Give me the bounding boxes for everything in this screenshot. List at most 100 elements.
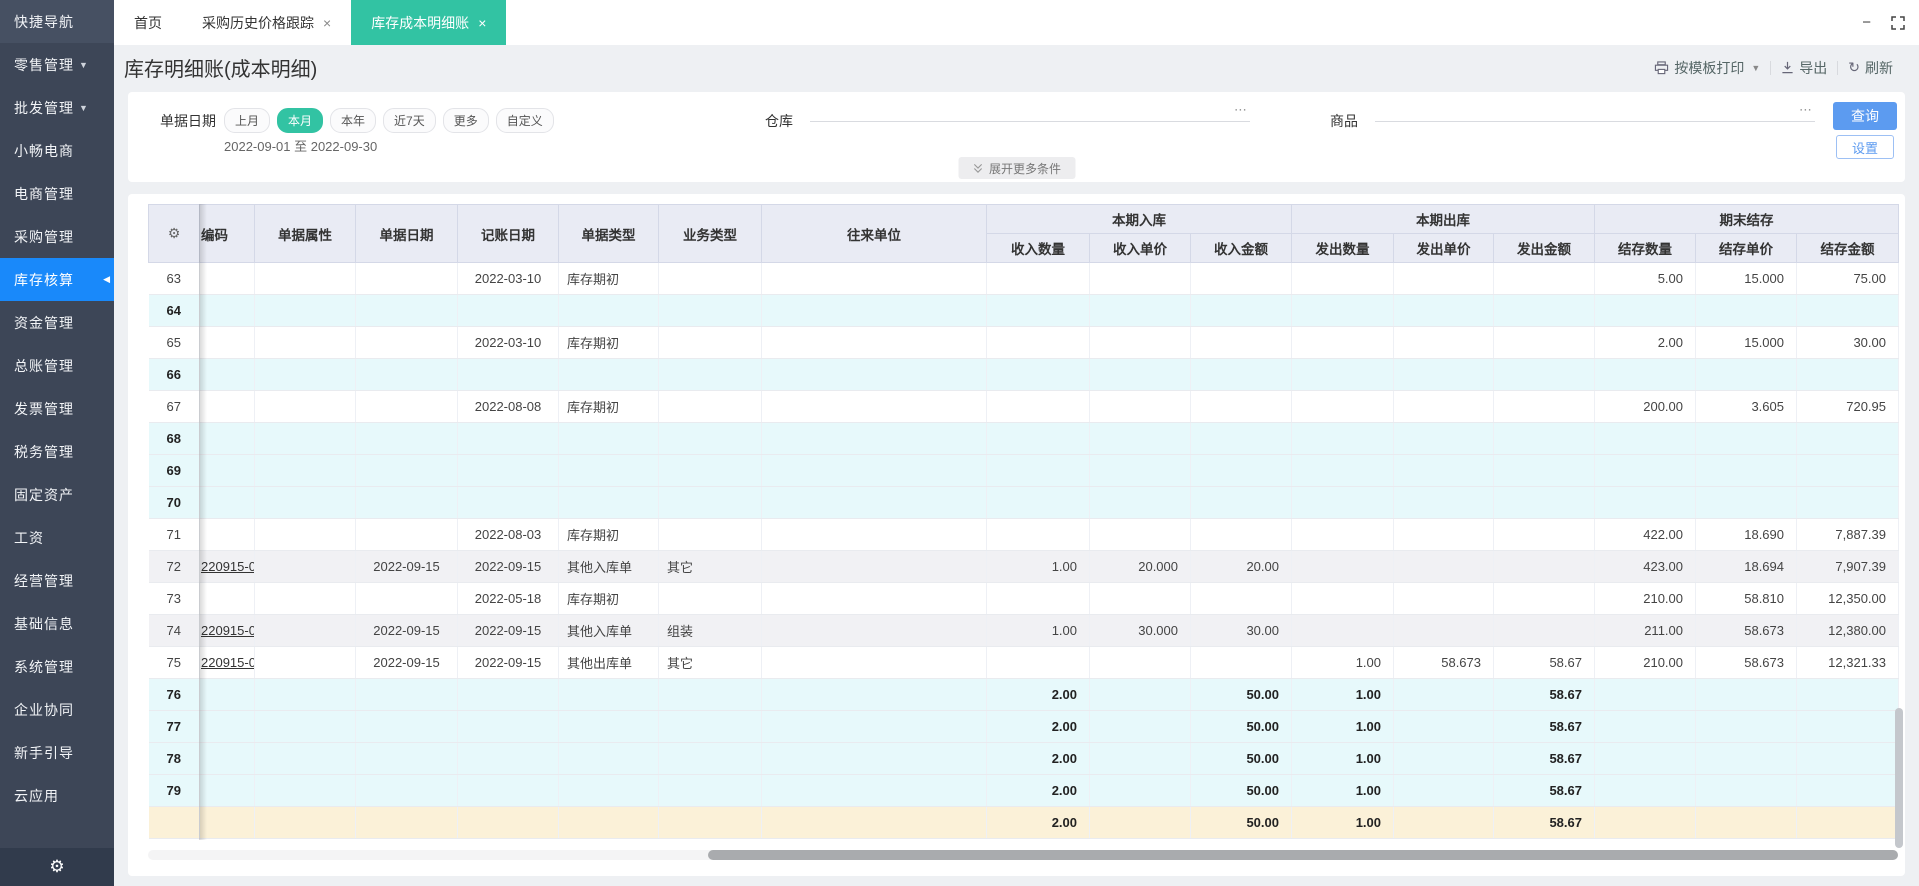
query-button[interactable]: 查询 <box>1833 102 1897 130</box>
collapse-arrow-icon[interactable]: ◀ <box>103 274 111 285</box>
tab-1[interactable]: 采购历史价格跟踪 × <box>182 0 351 45</box>
cell-num: 72 <box>148 550 200 583</box>
col-in-qty[interactable]: 收入数量 <box>986 233 1090 263</box>
cell-inPrice <box>1089 422 1191 455</box>
col-doc-attr[interactable]: 单据属性 <box>254 204 356 263</box>
table-row[interactable]: 64 <box>148 294 1899 327</box>
column-settings-gear-icon[interactable]: ⚙ <box>148 204 200 263</box>
refresh-button[interactable]: ↻ 刷新 <box>1838 58 1903 78</box>
col-biz-type[interactable]: 业务类型 <box>658 204 762 263</box>
col-in-price[interactable]: 收入单价 <box>1089 233 1191 263</box>
cell-outAmt <box>1493 422 1595 455</box>
table-footer-row[interactable]: 2.00 50.00 1.00 58.67 <box>148 806 1899 839</box>
sidebar-item-3[interactable]: 小畅电商 <box>0 129 114 172</box>
col-out-amt[interactable]: 发出金额 <box>1493 233 1595 263</box>
gear-icon: ⚙ <box>49 857 65 876</box>
date-pill-0[interactable]: 上月 <box>224 108 271 133</box>
print-by-template-button[interactable]: 按模板打印 ▼ <box>1644 58 1770 78</box>
cell-balQty <box>1594 422 1696 455</box>
sidebar-item-18[interactable]: 云应用 <box>0 774 114 817</box>
sidebar-item-7[interactable]: 资金管理 <box>0 301 114 344</box>
col-code[interactable]: 编码 <box>199 204 255 263</box>
warehouse-picker-icon[interactable]: ⋯ <box>1234 102 1248 118</box>
sidebar-item-14[interactable]: 基础信息 <box>0 602 114 645</box>
date-pill-2[interactable]: 本年 <box>330 108 377 133</box>
minimize-icon[interactable]: − <box>1862 14 1871 31</box>
export-button[interactable]: 导出 <box>1771 58 1837 78</box>
table-row[interactable]: 78 2.00 50.00 1.00 58.67 <box>148 742 1899 775</box>
product-input[interactable]: ⋯ <box>1375 100 1815 122</box>
table-row[interactable]: 75 220915-0 2022-09-15 2022-09-15 其他出库单 其它 1.0… <box>148 646 1899 679</box>
col-out-qty[interactable]: 发出数量 <box>1291 233 1394 263</box>
sidebar-item-4[interactable]: 电商管理 <box>0 172 114 215</box>
cell-outQty: 1.00 <box>1291 678 1394 711</box>
date-pill-1[interactable]: 本月 <box>277 108 324 133</box>
col-partner[interactable]: 往来单位 <box>761 204 987 263</box>
table-row[interactable]: 67 2022-08-08 库存期初 200.00 3.605 720.95 <box>148 390 1899 423</box>
sidebar-item-2[interactable]: 批发管理 ▼ <box>0 86 114 129</box>
col-bal-qty[interactable]: 结存数量 <box>1594 233 1696 263</box>
sidebar-item-15[interactable]: 系统管理 <box>0 645 114 688</box>
fullscreen-icon[interactable] <box>1891 15 1905 30</box>
table-row[interactable]: 69 <box>148 454 1899 487</box>
cell-inPrice: 30.000 <box>1089 614 1191 647</box>
col-in-amt[interactable]: 收入金额 <box>1190 233 1292 263</box>
table-row[interactable]: 66 <box>148 358 1899 391</box>
table-row[interactable]: 79 2.00 50.00 1.00 58.67 <box>148 774 1899 807</box>
table-row[interactable]: 68 <box>148 422 1899 455</box>
sidebar-item-5[interactable]: 采购管理 <box>0 215 114 258</box>
close-icon[interactable]: × <box>323 15 331 31</box>
table-row[interactable]: 72 220915-0 2022-09-15 2022-09-15 其他入库单 其它 1.0… <box>148 550 1899 583</box>
cell-num: 75 <box>148 646 200 679</box>
close-icon[interactable]: × <box>478 15 486 31</box>
sidebar-settings-button[interactable]: ⚙ <box>0 848 114 886</box>
cell-bizType <box>658 678 762 711</box>
col-doc-date[interactable]: 单据日期 <box>355 204 458 263</box>
vertical-scrollbar[interactable] <box>1895 264 1903 848</box>
sidebar-item-label: 资金管理 <box>14 314 74 331</box>
document-code-link[interactable]: 220915-0 <box>201 623 254 638</box>
tab-2[interactable]: 库存成本明细账 × <box>351 0 507 45</box>
sidebar-item-12[interactable]: 工资 <box>0 516 114 559</box>
cell-outAmt <box>1493 262 1595 295</box>
sidebar-item-13[interactable]: 经营管理 <box>0 559 114 602</box>
vertical-scrollbar-thumb[interactable] <box>1895 708 1903 848</box>
table-row[interactable]: 65 2022-03-10 库存期初 2.00 15.000 30.00 <box>148 326 1899 359</box>
horizontal-scrollbar-thumb[interactable] <box>708 850 1898 860</box>
table-row[interactable]: 77 2.00 50.00 1.00 58.67 <box>148 710 1899 743</box>
table-row[interactable]: 63 2022-03-10 库存期初 5.00 15.000 75.00 <box>148 262 1899 295</box>
document-code-link[interactable]: 220915-0 <box>201 655 254 670</box>
cell-outPrice <box>1393 486 1494 519</box>
date-pill-5[interactable]: 自定义 <box>495 108 554 133</box>
table-row[interactable]: 74 220915-0 2022-09-15 2022-09-15 其他入库单 组装 1.0… <box>148 614 1899 647</box>
table-row[interactable]: 76 2.00 50.00 1.00 58.67 <box>148 678 1899 711</box>
col-doc-type[interactable]: 单据类型 <box>558 204 659 263</box>
sidebar-item-1[interactable]: 零售管理 ▼ <box>0 43 114 86</box>
table-row[interactable]: 71 2022-08-03 库存期初 422.00 18.690 7,887.39 <box>148 518 1899 551</box>
col-bal-amt[interactable]: 结存金额 <box>1796 233 1899 263</box>
sidebar-item-0[interactable]: 快捷导航 <box>0 0 114 43</box>
sidebar-item-10[interactable]: 税务管理 <box>0 430 114 473</box>
col-bal-price[interactable]: 结存单价 <box>1695 233 1797 263</box>
sidebar-item-17[interactable]: 新手引导 <box>0 731 114 774</box>
expand-more-conditions-button[interactable]: 展开更多条件 <box>957 157 1076 179</box>
sidebar-item-11[interactable]: 固定资产 <box>0 473 114 516</box>
sidebar-item-8[interactable]: 总账管理 <box>0 344 114 387</box>
tab-0[interactable]: 首页 <box>114 0 182 45</box>
product-picker-icon[interactable]: ⋯ <box>1799 102 1813 118</box>
warehouse-input[interactable]: ⋯ <box>810 100 1250 122</box>
sidebar-item-6[interactable]: 库存核算 ◀ <box>0 258 114 301</box>
col-out-price[interactable]: 发出单价 <box>1393 233 1494 263</box>
sidebar-item-16[interactable]: 企业协同 <box>0 688 114 731</box>
date-pill-3[interactable]: 近7天 <box>383 108 436 133</box>
table-row[interactable]: 70 <box>148 486 1899 519</box>
settings-button[interactable]: 设置 <box>1836 135 1894 159</box>
horizontal-scrollbar[interactable] <box>148 850 1898 860</box>
document-code-link[interactable]: 220915-0 <box>201 559 254 574</box>
cell-attr <box>254 486 356 519</box>
col-post-date[interactable]: 记账日期 <box>457 204 559 263</box>
date-pill-4[interactable]: 更多 <box>442 108 489 133</box>
sidebar-item-label: 批发管理 <box>14 99 74 116</box>
table-row[interactable]: 73 2022-05-18 库存期初 210.00 58.810 12,350.00 <box>148 582 1899 615</box>
sidebar-item-9[interactable]: 发票管理 <box>0 387 114 430</box>
